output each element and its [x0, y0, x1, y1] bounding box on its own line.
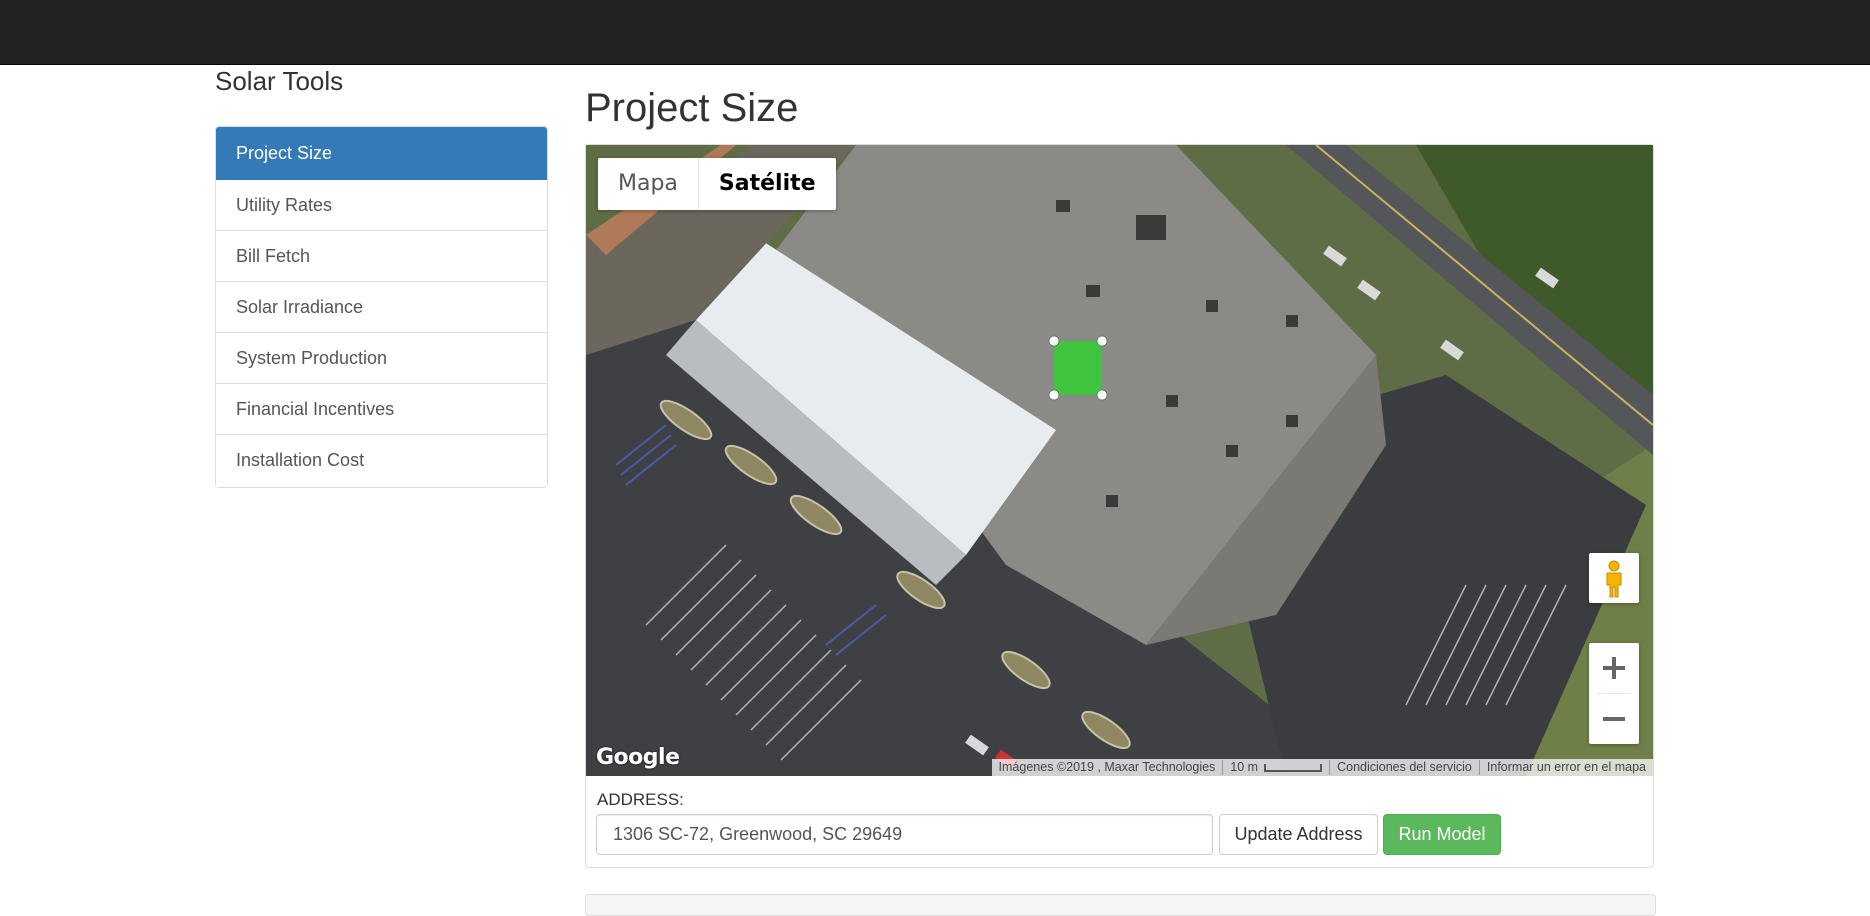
address-input[interactable] — [596, 814, 1213, 855]
zoom-control — [1589, 643, 1639, 744]
sidebar-item-project-size[interactable]: Project Size — [216, 127, 547, 180]
top-navbar — [0, 0, 1870, 65]
zoom-out-icon[interactable] — [1589, 694, 1639, 744]
map-type-satellite-button[interactable]: Satélite — [699, 158, 836, 210]
address-label: ADDRESS: — [597, 790, 684, 809]
sidebar-item-solar-irradiance[interactable]: Solar Irradiance — [216, 282, 547, 333]
scale-label: 10 m — [1230, 760, 1259, 774]
google-logo: Google — [596, 745, 680, 770]
imagery-credit: Imágenes ©2019 , Maxar Technologies — [998, 760, 1216, 774]
zoom-in-icon[interactable] — [1589, 643, 1639, 693]
map-attribution: Imágenes ©2019 , Maxar Technologies 10 m… — [991, 759, 1653, 776]
terms-link[interactable]: Condiciones del servicio — [1329, 760, 1479, 775]
sidebar-item-financial-incentives[interactable]: Financial Incentives — [216, 384, 547, 435]
sidebar-title: Solar Tools — [215, 66, 344, 96]
scale-bar[interactable]: 10 m — [1222, 760, 1329, 775]
update-address-button[interactable]: Update Address — [1219, 814, 1378, 855]
sidebar-item-utility-rates[interactable]: Utility Rates — [216, 180, 547, 231]
sidebar-item-bill-fetch[interactable]: Bill Fetch — [216, 231, 547, 282]
satellite-map[interactable]: Mapa Satélite Google Imágenes ©2019 , Ma… — [586, 145, 1653, 776]
satellite-imagery — [586, 145, 1653, 776]
page-title: Project Size — [585, 86, 799, 130]
sidebar-item-installation-cost[interactable]: Installation Cost — [216, 435, 547, 487]
report-error-link[interactable]: Informar un error en el mapa — [1478, 760, 1653, 775]
run-model-button[interactable]: Run Model — [1383, 814, 1501, 855]
pegman-icon[interactable] — [1589, 553, 1639, 603]
scale-bar-icon — [1264, 763, 1323, 772]
map-type-control: Mapa Satélite — [598, 158, 836, 210]
sidebar-item-system-production[interactable]: System Production — [216, 333, 547, 384]
map-type-map-button[interactable]: Mapa — [598, 158, 699, 210]
sidebar-nav: Project Size Utility Rates Bill Fetch So… — [215, 126, 548, 488]
next-panel — [585, 894, 1656, 916]
